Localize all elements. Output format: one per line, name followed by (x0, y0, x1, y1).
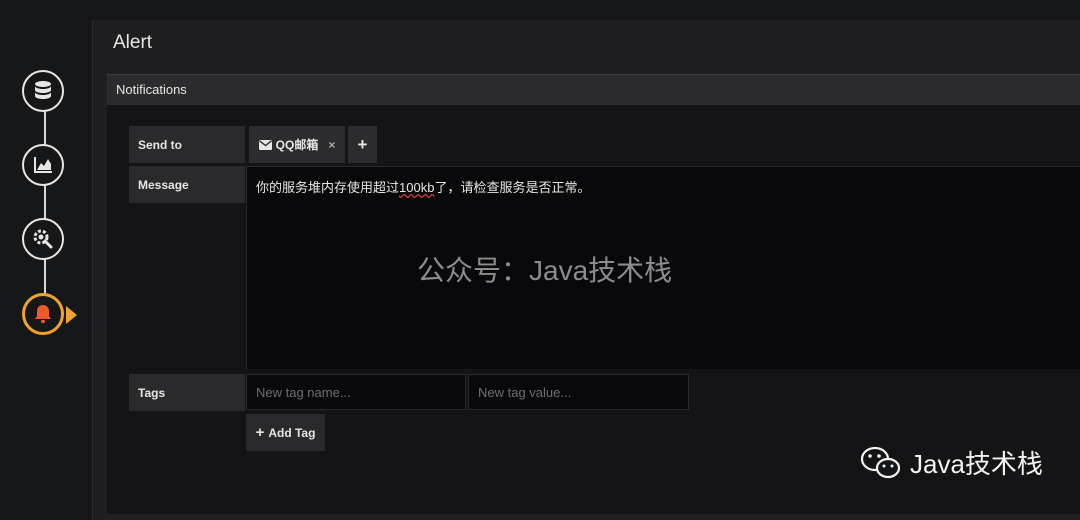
step-alert-inner (29, 300, 57, 328)
watermark-text: 公众号：Java技术栈 (417, 255, 673, 286)
step-alert[interactable] (22, 293, 64, 335)
recipient-name: QQ邮箱 (275, 138, 319, 152)
step-datasource[interactable] (22, 70, 64, 112)
step-general[interactable] (22, 218, 64, 260)
rail-connector (44, 92, 46, 312)
recipient-chip[interactable]: QQ邮箱 × (249, 126, 345, 163)
add-recipient-button[interactable]: + (348, 126, 377, 163)
wechat-icon (860, 446, 901, 478)
bell-icon (35, 305, 51, 323)
brand-name: Java技术栈 (910, 449, 1043, 479)
section-header: Notifications (107, 74, 1080, 105)
step-rail (0, 0, 95, 511)
panel-title: Alert (113, 32, 153, 53)
tags-label: Tags (129, 374, 245, 411)
envelope-icon (258, 139, 272, 150)
add-tag-label: Add Tag (268, 425, 316, 440)
tag-name-input[interactable]: New tag name... (246, 374, 466, 410)
database-icon (35, 81, 51, 99)
chart-icon (34, 157, 52, 173)
message-textarea[interactable]: 你的服务堆内存使用超过100kb了，请检查服务是否正常。 公众号：Java技术栈 (246, 166, 1080, 369)
brand-watermark: Java技术栈 (860, 444, 1043, 481)
gear-icon (33, 229, 53, 249)
message-text-part-1: 你的服务堆内存使用超过 (256, 180, 400, 195)
remove-recipient-button[interactable]: × (328, 138, 335, 152)
send-to-label: Send to (129, 126, 245, 163)
message-text-part-2: 了，请检查服务是否正常。 (434, 180, 591, 195)
active-step-pointer (66, 306, 77, 324)
tag-value-input[interactable]: New tag value... (468, 374, 689, 410)
section-title: Notifications (116, 82, 187, 97)
plus-icon: + (255, 424, 265, 441)
message-label: Message (129, 166, 245, 203)
message-text: 你的服务堆内存使用超过100kb了，请检查服务是否正常。 (256, 177, 590, 196)
step-visualization[interactable] (22, 144, 64, 186)
add-tag-button[interactable]: + Add Tag (246, 414, 325, 451)
message-text-size: 100kb (399, 180, 435, 195)
